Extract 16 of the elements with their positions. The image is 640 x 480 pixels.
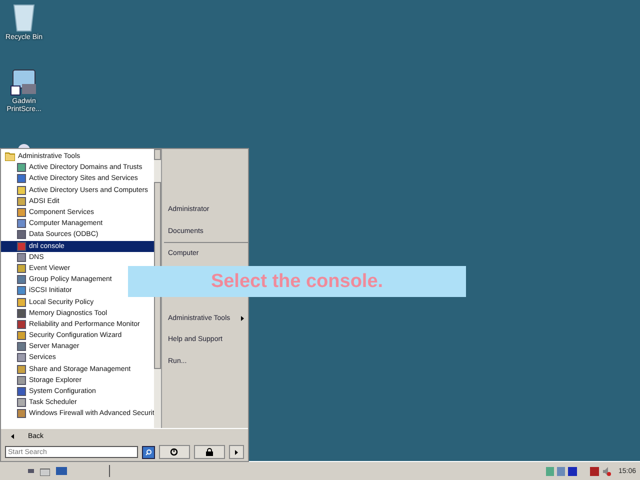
back-arrow-icon — [11, 434, 14, 438]
arrow-icon — [234, 450, 238, 454]
monitor-camera-icon — [10, 68, 38, 96]
submenu-arrow-icon — [241, 316, 244, 321]
lock-icon — [206, 448, 213, 456]
folder-icon[interactable] — [40, 466, 50, 476]
power-button[interactable] — [158, 445, 190, 459]
instruction-tooltip: Select the console. — [128, 266, 466, 297]
lock-button[interactable] — [194, 445, 225, 459]
search-icon — [144, 448, 152, 456]
recycle-bin-icon — [12, 2, 36, 32]
folder-icon — [5, 152, 15, 162]
power-icon — [170, 448, 178, 456]
search-button[interactable] — [142, 446, 155, 458]
more-options-button[interactable] — [228, 445, 244, 459]
speaker-icon[interactable] — [602, 466, 612, 476]
